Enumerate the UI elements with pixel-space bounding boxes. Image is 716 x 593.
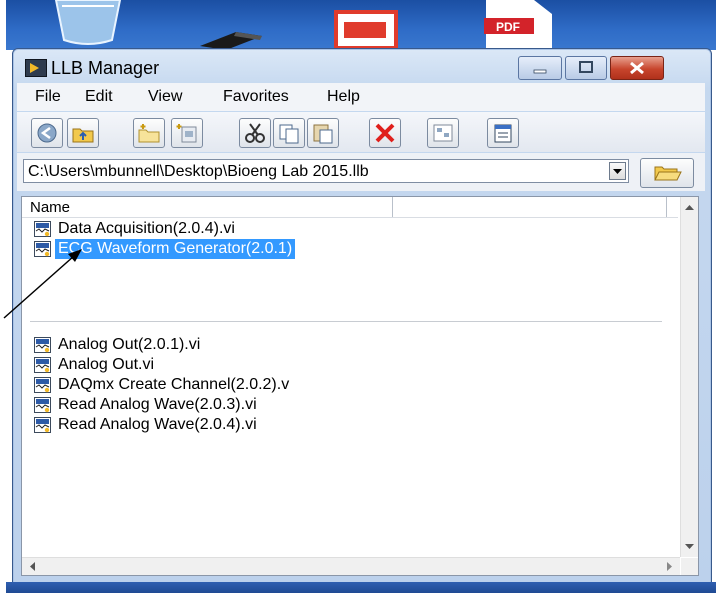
vi-file-icon (34, 337, 51, 353)
list-item-label: Analog Out(2.0.1).vi (58, 336, 201, 353)
taskbar (6, 582, 716, 593)
view-icon (494, 124, 512, 143)
up-folder-icon (72, 128, 94, 143)
title-bar[interactable]: LLB Manager (13, 49, 711, 83)
scroll-left-icon[interactable] (24, 558, 41, 575)
list-item-label: Analog Out.vi (58, 356, 155, 373)
column-header-blank[interactable] (394, 197, 667, 217)
copy-icon (279, 124, 299, 144)
browse-button[interactable] (640, 158, 694, 188)
back-icon (37, 123, 57, 143)
list-item-label: Read Analog Wave(2.0.3).vi (58, 396, 257, 413)
horizontal-scrollbar[interactable] (22, 557, 680, 575)
view-button[interactable] (487, 118, 519, 148)
menu-favorites[interactable]: Favorites (223, 88, 289, 106)
scrollbar-corner (681, 558, 698, 575)
path-bar: C:\Users\mbunnell\Desktop\Bioeng Lab 201… (17, 153, 705, 191)
back-button[interactable] (31, 118, 63, 148)
delete-icon (375, 123, 395, 143)
pdf-icon[interactable]: PDF (476, 0, 556, 48)
delete-button[interactable] (369, 118, 401, 148)
file-list[interactable]: Name Data Acquisition(2.0.4).vi ECG Wave… (21, 196, 699, 576)
new-folder-icon (138, 124, 160, 143)
window-title: LLB Manager (51, 58, 160, 78)
list-item-label: DAQmx Create Channel(2.0.2).v (58, 376, 290, 393)
path-dropdown-button[interactable] (609, 162, 626, 180)
menu-view[interactable]: View (148, 88, 182, 106)
new-item-icon (176, 124, 197, 143)
menu-edit[interactable]: Edit (85, 88, 113, 106)
vi-file-icon (34, 417, 51, 433)
app-shortcut-icon[interactable] (326, 8, 406, 50)
recycle-bin-icon[interactable] (48, 0, 128, 48)
maximize-button[interactable] (565, 56, 607, 80)
maximize-icon (579, 61, 593, 73)
llb-app-icon (25, 59, 47, 77)
vi-file-icon (34, 377, 51, 393)
scroll-down-icon[interactable] (681, 538, 698, 555)
properties-button[interactable] (427, 118, 459, 148)
pdf-icon-label: PDF (496, 20, 520, 34)
cut-button[interactable] (239, 118, 271, 148)
minimize-button[interactable] (518, 56, 562, 80)
shortcut-icon[interactable] (196, 24, 266, 50)
column-header-row: Name (22, 197, 678, 218)
close-button[interactable] (610, 56, 664, 80)
paste-icon (313, 124, 333, 144)
column-header-name[interactable]: Name (22, 197, 393, 217)
minimize-icon (533, 69, 547, 74)
toolbar (17, 112, 705, 152)
cut-icon (245, 123, 265, 143)
paste-button[interactable] (307, 118, 339, 148)
list-item-label: Data Acquisition(2.0.4).vi (58, 220, 235, 237)
close-icon (630, 61, 644, 75)
chevron-down-icon (613, 169, 622, 174)
up-folder-button[interactable] (67, 118, 99, 148)
copy-button[interactable] (273, 118, 305, 148)
vi-file-icon (34, 397, 51, 413)
scroll-up-icon[interactable] (681, 199, 698, 216)
vi-file-icon (34, 221, 51, 237)
vi-file-icon (34, 357, 51, 373)
list-item-label: ECG Waveform Generator(2.0.1) (53, 238, 297, 260)
new-item-button[interactable] (171, 118, 203, 148)
desktop-background: PDF (6, 0, 716, 50)
list-divider (30, 321, 662, 322)
vi-file-icon (34, 241, 51, 257)
scroll-right-icon[interactable] (661, 558, 678, 575)
properties-icon (433, 124, 453, 142)
path-field[interactable]: C:\Users\mbunnell\Desktop\Bioeng Lab 201… (23, 159, 629, 183)
list-item-label: Read Analog Wave(2.0.4).vi (58, 416, 257, 433)
menu-help[interactable]: Help (327, 88, 360, 106)
new-folder-button[interactable] (133, 118, 165, 148)
open-folder-icon (654, 166, 682, 181)
vertical-scrollbar[interactable] (680, 197, 698, 557)
menu-file[interactable]: File (35, 88, 61, 106)
llb-manager-window: LLB Manager File Edit View Favorites Hel… (12, 48, 712, 590)
menu-bar: File Edit View Favorites Help (17, 83, 705, 111)
